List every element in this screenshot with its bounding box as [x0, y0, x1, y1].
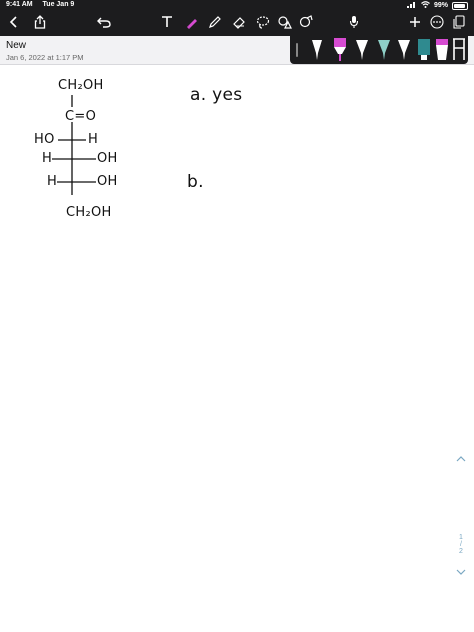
- cellular-icon: [406, 1, 417, 10]
- status-date: Tue Jan 9: [42, 1, 75, 8]
- microphone-icon[interactable]: [345, 13, 363, 31]
- wifi-icon: [421, 1, 430, 10]
- ch2oh-top: CH₂OH: [58, 78, 104, 93]
- row2-right: OH: [97, 151, 118, 166]
- battery-icon: [452, 1, 468, 10]
- pen-8-icon[interactable]: [453, 38, 465, 60]
- pen-6-icon[interactable]: [418, 39, 430, 60]
- page-up-chevron-icon[interactable]: [454, 455, 468, 464]
- highlighter-icon[interactable]: [183, 13, 201, 31]
- row1-right: H: [88, 132, 99, 147]
- page-current: 1: [459, 534, 463, 541]
- note-canvas[interactable]: CH₂OH C=O HO H H OH H OH CH₂OH a. yes b.: [0, 65, 474, 632]
- note-title[interactable]: New: [6, 40, 26, 51]
- lasso-icon[interactable]: [254, 13, 272, 31]
- eraser-icon[interactable]: [230, 13, 248, 31]
- add-icon[interactable]: [406, 13, 424, 31]
- status-bar-right: 99%: [406, 1, 468, 10]
- undo-icon[interactable]: [95, 13, 113, 31]
- row3-left: H: [47, 174, 58, 189]
- note-date: Jan 6, 2022 at 1:17 PM: [6, 53, 84, 62]
- fischer-projection-lines: [52, 95, 96, 195]
- pen-1-icon[interactable]: [312, 40, 322, 60]
- page-indicator: 1 / 2: [454, 455, 468, 578]
- battery-percent: 99%: [433, 2, 448, 9]
- pen-4-icon[interactable]: [378, 40, 390, 60]
- pen-5-icon[interactable]: [398, 40, 410, 60]
- shapes-icon[interactable]: [276, 13, 294, 31]
- back-chevron-icon[interactable]: [5, 13, 23, 31]
- answer-a: a. yes: [190, 85, 243, 105]
- status-time: 9:41 AM: [6, 1, 33, 8]
- pages-icon[interactable]: [450, 13, 468, 31]
- page-total: 2: [459, 548, 463, 555]
- pen-7-icon[interactable]: [436, 39, 448, 60]
- top-toolbar: 9:41 AM Tue Jan 9 99%: [0, 0, 474, 36]
- carbonyl-group: C=O: [65, 109, 97, 124]
- page-separator: /: [460, 541, 462, 548]
- pen-3-icon[interactable]: [356, 40, 368, 60]
- pencil-icon[interactable]: [206, 13, 224, 31]
- row2-left: H: [42, 151, 53, 166]
- row1-left: HO: [34, 132, 55, 147]
- pen-picker: [290, 36, 468, 64]
- more-icon[interactable]: [428, 13, 446, 31]
- ch2oh-bottom: CH₂OH: [66, 205, 112, 220]
- pen-2-icon[interactable]: [334, 38, 346, 61]
- status-bar-left: 9:41 AM Tue Jan 9: [6, 1, 82, 8]
- text-tool-icon[interactable]: [158, 13, 176, 31]
- page-down-chevron-icon[interactable]: [454, 569, 468, 578]
- share-icon[interactable]: [31, 13, 49, 31]
- row3-right: OH: [97, 174, 118, 189]
- image-icon[interactable]: [297, 13, 315, 31]
- answer-b: b.: [187, 172, 204, 192]
